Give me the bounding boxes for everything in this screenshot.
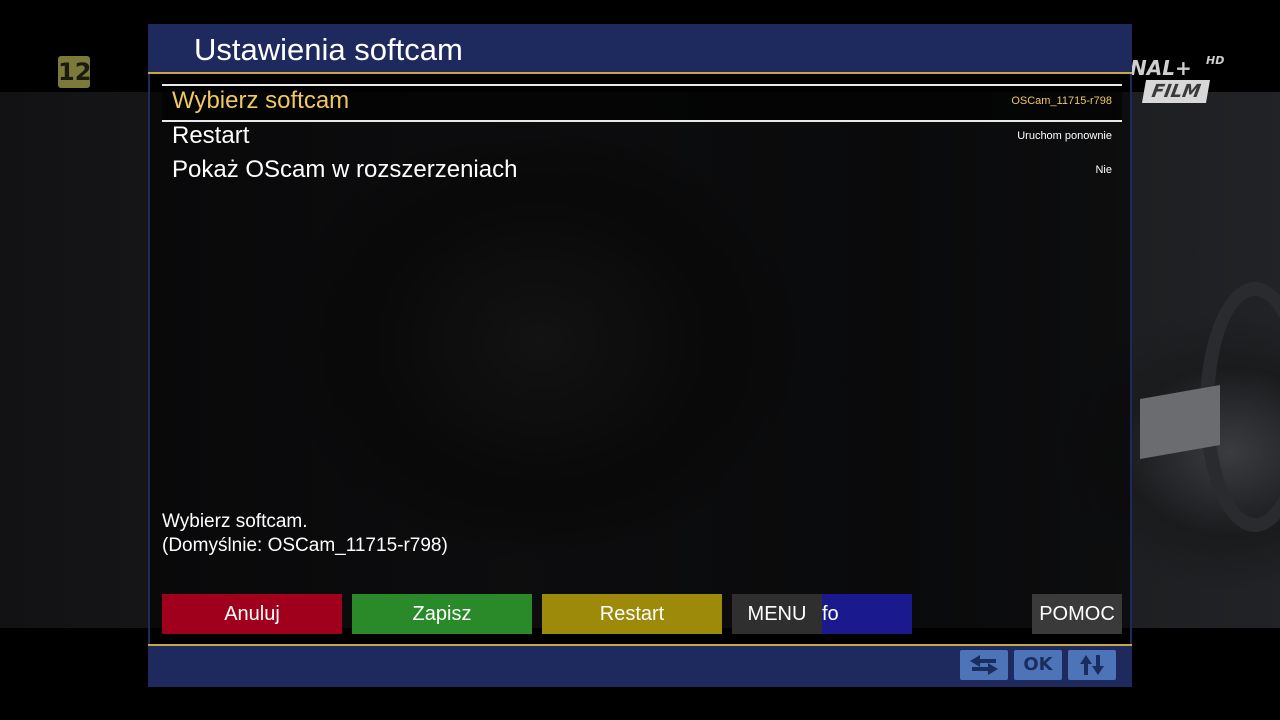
setting-description: Wybierz softcam. (Domyślnie: OSCam_11715…: [162, 510, 448, 558]
channel-logo: NAL+ HD FILM: [1130, 54, 1230, 116]
menu-info-button[interactable]: MENU fo: [732, 594, 912, 634]
ok-key[interactable]: OK: [1014, 650, 1062, 680]
cancel-button[interactable]: Anuluj: [162, 594, 342, 634]
setting-value: OSCam_11715-r798: [1011, 95, 1112, 107]
channel-logo-film: FILM: [1141, 80, 1211, 103]
setting-row-restart[interactable]: Restart Uruchom ponownie: [162, 120, 1122, 154]
channel-logo-hd: HD: [1206, 54, 1225, 67]
setting-label: Wybierz softcam: [172, 87, 350, 114]
setting-label: Restart: [172, 122, 250, 149]
title-bar: Ustawienia softcam: [148, 24, 1132, 72]
channel-logo-text: NAL+: [1130, 56, 1192, 80]
footer-bar: OK: [148, 646, 1132, 687]
help-button[interactable]: POMOC: [1032, 594, 1122, 634]
description-line-1: Wybierz softcam.: [162, 511, 308, 532]
left-right-arrows-icon[interactable]: [960, 650, 1008, 680]
menu-button[interactable]: MENU: [732, 594, 822, 634]
info-button[interactable]: fo: [822, 594, 912, 634]
setting-label: Pokaż OScam w rozszerzeniach: [172, 156, 518, 183]
save-button[interactable]: Zapisz: [352, 594, 532, 634]
description-line-2: (Domyślnie: OSCam_11715-r798): [162, 535, 448, 556]
restart-button[interactable]: Restart: [542, 594, 722, 634]
up-down-arrows-icon[interactable]: [1068, 650, 1116, 680]
setting-row-show-oscam[interactable]: Pokaż OScam w rozszerzeniach Nie: [162, 154, 1122, 188]
age-rating-badge: 12: [58, 56, 92, 88]
softcam-settings-dialog: Ustawienia softcam Wybierz softcam OSCam…: [148, 24, 1132, 687]
dialog-title: Ustawienia softcam: [194, 32, 463, 67]
setting-value: Nie: [1095, 164, 1112, 176]
setting-row-select-softcam[interactable]: Wybierz softcam OSCam_11715-r798: [162, 84, 1122, 122]
settings-list: Wybierz softcam OSCam_11715-r798 Restart…: [148, 74, 1132, 644]
setting-value: Uruchom ponownie: [1017, 130, 1112, 142]
